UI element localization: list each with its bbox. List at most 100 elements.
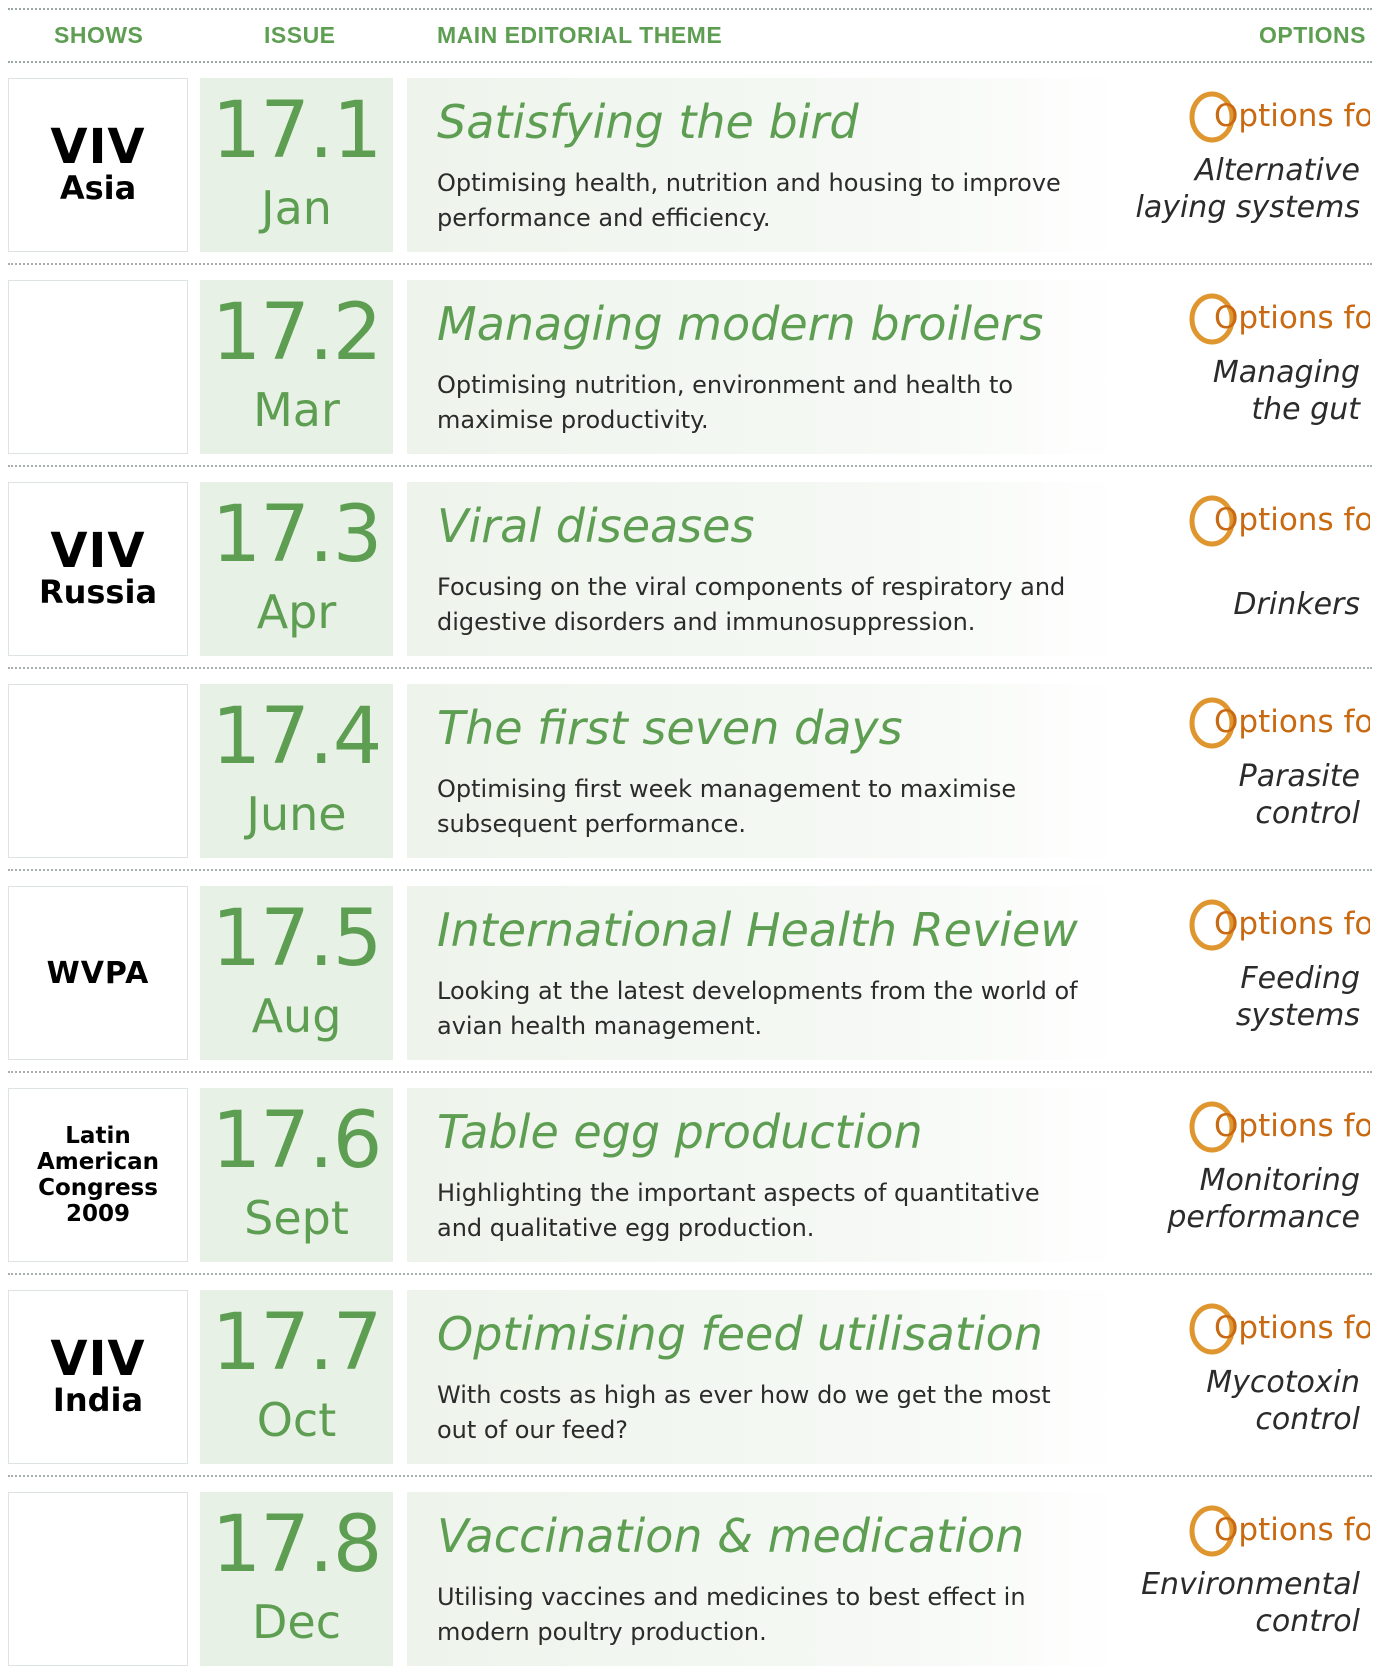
theme-description: Optimising nutrition, environment and he… (437, 371, 1014, 434)
schedule-row: Latin American Congress 2009 17.6 Sept Table e… (0, 1080, 1379, 1270)
options-logo-text: Options for (1214, 1108, 1370, 1144)
issue-box: 17.8 Dec (200, 1492, 393, 1666)
issue-number: 17.7 (211, 1298, 383, 1388)
issue-box: 17.2 Mar (200, 280, 393, 454)
theme-box: Optimising feed utilisation With costs as… (407, 1290, 1121, 1464)
options-for-logo-icon: Options for (1189, 1505, 1370, 1557)
show-name: Latin American Congress 2009 (37, 1123, 159, 1227)
show-box: VIV India (8, 1290, 188, 1464)
row-divider (8, 869, 1372, 871)
show-name-line: India (52, 1381, 144, 1419)
show-box: VIV Russia (8, 482, 188, 656)
option-topic-line: control (1255, 1402, 1360, 1437)
options-for-logo-icon: Options for (1189, 91, 1370, 143)
issue-box: 17.7 Oct (200, 1290, 393, 1464)
option-topic-line: Managing (1212, 355, 1360, 390)
show-name: VIV Russia (38, 523, 158, 611)
issue-number: 17.2 (211, 288, 383, 378)
row-divider (8, 1475, 1372, 1477)
option-topic: Drinkers (1110, 586, 1360, 623)
option-topic-line: Environmental (1141, 1567, 1360, 1602)
theme-description: Optimising first week management to maxi… (437, 775, 1017, 838)
show-name-line: Asia (59, 169, 137, 207)
theme-title: Viral diseases (437, 499, 755, 553)
options-logo-text: Options for (1214, 98, 1370, 134)
issue-box: 17.6 Sept (200, 1088, 393, 1262)
option-topic: Alternative laying systems (1110, 152, 1361, 226)
header-top-divider (8, 8, 1372, 10)
issue-number: 17.5 (211, 894, 383, 984)
theme-title: Managing modern broilers (437, 297, 1044, 351)
issue-number: 17.8 (211, 1500, 383, 1590)
show-box: VIV Asia (8, 78, 188, 252)
theme-box: Managing modern broilers Optimising nutri… (407, 280, 1121, 454)
option-topic-line: control (1255, 1604, 1360, 1639)
issue-number: 17.3 (211, 490, 383, 580)
option-topic: Parasite control (1110, 758, 1360, 832)
show-name-line: American (36, 1149, 160, 1175)
media-planner-page: SHOWS ISSUE MAIN EDITORIAL THEME OPTIONS… (0, 0, 1379, 1668)
schedule-row: VIV Asia 17.1 Jan Satisfying the bird Optimis… (0, 70, 1379, 260)
schedule-row: 17.2 Mar Managing modern broilers Optimisin… (0, 272, 1379, 462)
theme-description: Utilising vaccines and medicines to best… (437, 1583, 1026, 1646)
theme-title: Vaccination & medication (437, 1509, 1025, 1563)
issue-number: 17.1 (211, 86, 383, 176)
schedule-row: WVPA 17.5 Aug International Health Review Lo… (0, 878, 1379, 1068)
header-theme: MAIN EDITORIAL THEME (437, 22, 723, 48)
options-for-logo-icon: Options for (1189, 697, 1370, 749)
theme-description: Looking at the latest developments from … (437, 977, 1078, 1040)
header-options: OPTIONS (1258, 22, 1366, 48)
issue-box: 17.4 June (200, 684, 393, 858)
issue-number: 17.4 (211, 692, 383, 782)
issue-month: Mar (253, 383, 340, 437)
option-topic: Monitoring performance (1110, 1162, 1360, 1236)
option-topic: Managing the gut (1110, 354, 1360, 428)
theme-title: The first seven days (437, 701, 903, 755)
header-shows: SHOWS (54, 22, 144, 48)
option-topic-line: systems (1235, 998, 1360, 1033)
issue-month: Jan (261, 181, 332, 235)
issue-month: June (246, 787, 347, 841)
option-topic-line: control (1255, 796, 1360, 831)
show-name: VIV Asia (50, 119, 146, 207)
option-topic-line: Mycotoxin (1206, 1365, 1360, 1400)
show-name-line: WVPA (46, 955, 150, 991)
options-for-logo-icon: Options for (1189, 1303, 1370, 1355)
theme-description: With costs as high as ever how do we get… (437, 1381, 1051, 1444)
show-name-line: VIV (50, 523, 146, 579)
issue-number: 17.6 (211, 1096, 383, 1186)
theme-box: Viral diseases Focusing on the viral comp… (407, 482, 1121, 656)
theme-box: Vaccination & medication Utilising vaccin… (407, 1492, 1121, 1666)
theme-description: Highlighting the important aspects of qu… (437, 1179, 1040, 1242)
options-logo-text: Options for (1214, 1512, 1370, 1548)
option-topic-line: Feeding (1240, 961, 1360, 996)
issue-month: Apr (256, 585, 337, 639)
options-for-logo-icon: Options for (1189, 495, 1370, 547)
show-box (8, 1492, 188, 1666)
show-name-line: Congress (38, 1175, 158, 1201)
show-name: WVPA (47, 956, 150, 991)
issue-month: Dec (251, 1595, 341, 1649)
show-name-line: Russia (38, 573, 158, 611)
options-logo-text: Options for (1214, 300, 1370, 336)
option-topic-line: Drinkers (1233, 587, 1360, 622)
issue-month: Oct (256, 1393, 337, 1447)
show-box: Latin American Congress 2009 (8, 1088, 188, 1262)
row-divider (8, 1273, 1372, 1275)
show-name: VIV India (50, 1335, 145, 1419)
options-for-logo-icon: Options for (1189, 1101, 1370, 1153)
show-box (8, 280, 188, 454)
row-divider (8, 263, 1372, 265)
issue-box: 17.1 Jan (200, 78, 393, 252)
theme-description: Focusing on the viral components of resp… (437, 573, 1066, 636)
option-topic-line: the gut (1251, 392, 1360, 427)
row-divider (8, 667, 1372, 669)
option-topic: Environmental control (1110, 1566, 1360, 1640)
row-divider (8, 465, 1372, 467)
show-name-line: 2009 (65, 1201, 130, 1227)
issue-box: 17.3 Apr (200, 482, 393, 656)
schedule-row: VIV India 17.7 Oct Optimising feed utilisati… (0, 1282, 1379, 1472)
show-box (8, 684, 188, 858)
option-topic-line: Monitoring (1199, 1163, 1360, 1198)
show-name-line: VIV (50, 119, 146, 175)
